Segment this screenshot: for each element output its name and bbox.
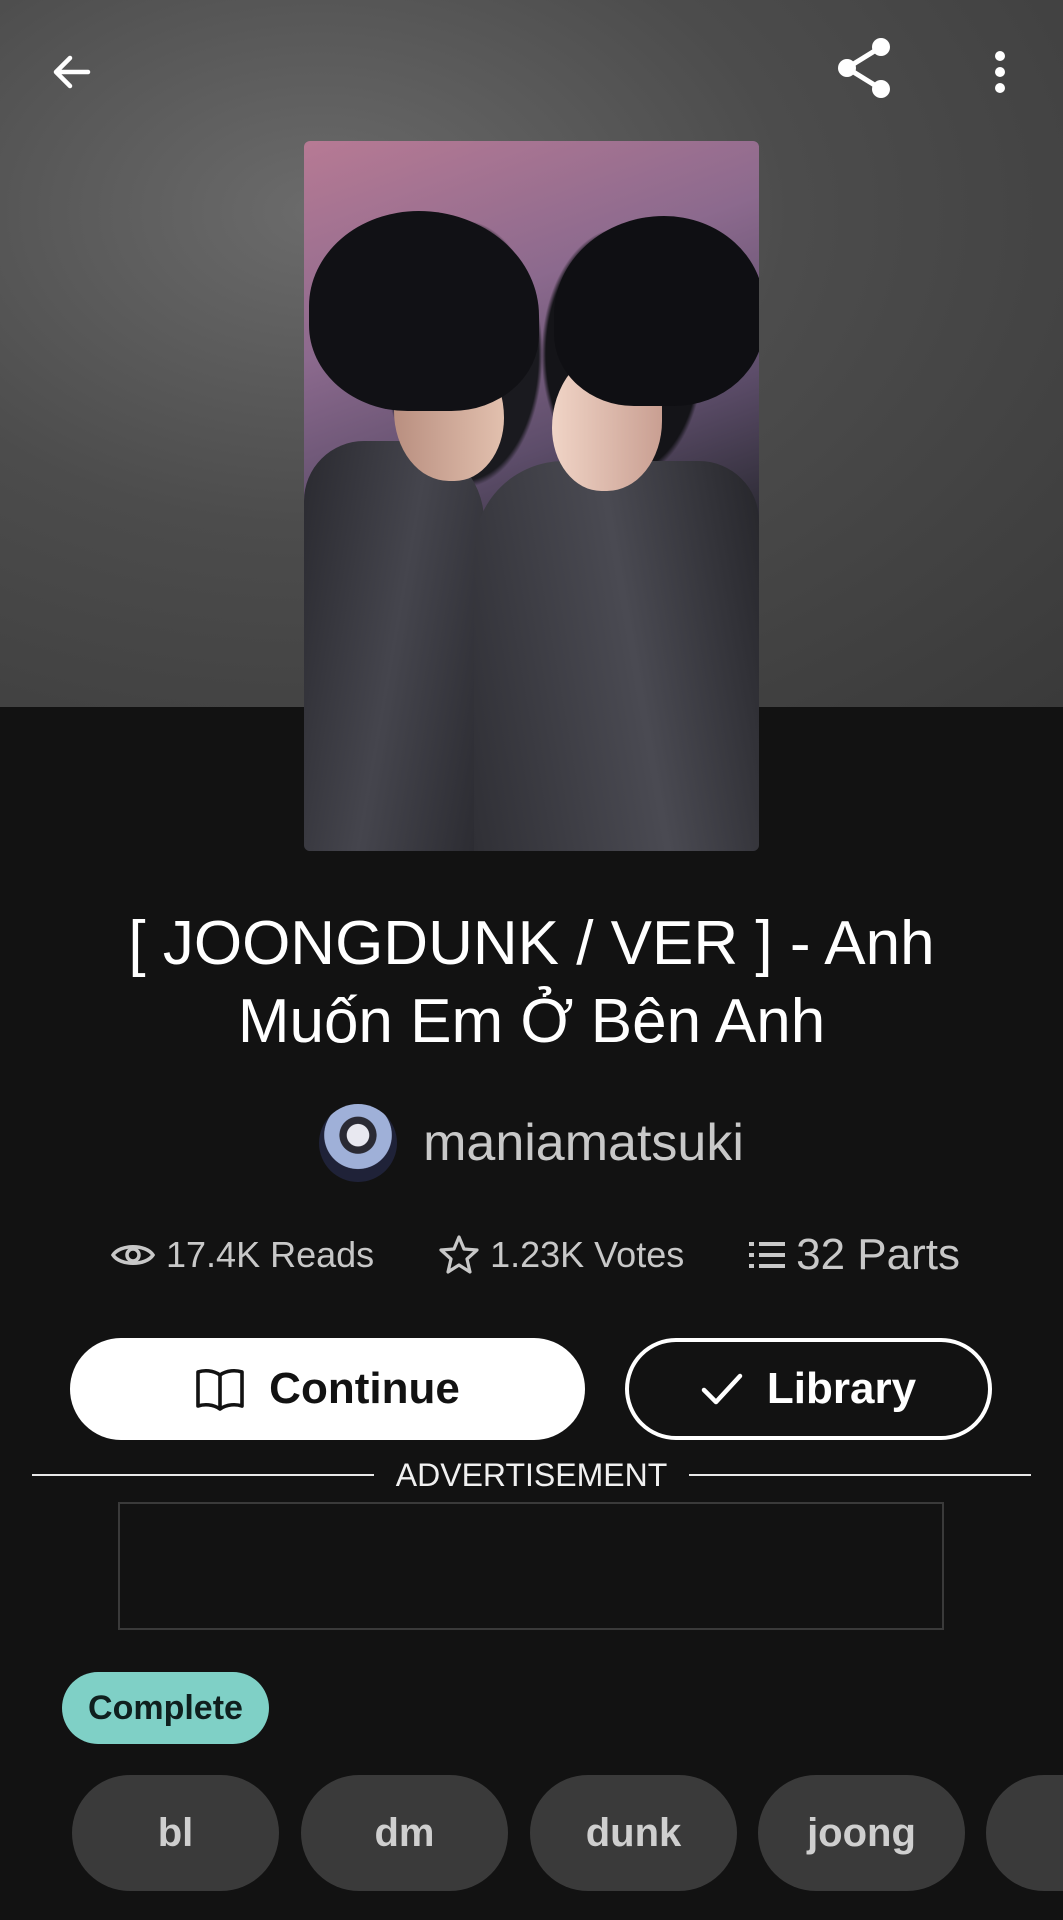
cover-figure-right <box>474 461 759 851</box>
tag-chip[interactable]: dunk <box>530 1775 737 1891</box>
status-label: Complete <box>88 1688 243 1727</box>
cover-hair-right <box>554 216 759 406</box>
divider-line-left <box>32 1474 374 1476</box>
list-icon <box>749 1242 786 1268</box>
continue-label: Continue <box>269 1364 460 1413</box>
cover-hair-left <box>309 211 539 411</box>
advertisement-divider: ADVERTISEMENT <box>32 1455 1032 1495</box>
tag-list[interactable]: bl dm dunk joong <box>72 1775 1063 1891</box>
tag-chip[interactable]: dm <box>301 1775 508 1891</box>
advertisement-label: ADVERTISEMENT <box>395 1456 668 1493</box>
share-icon <box>838 38 890 98</box>
tag-chip[interactable]: joong <box>758 1775 965 1891</box>
tag-label: dunk <box>585 1810 682 1855</box>
story-stats: 17.4K Reads 1.23K Votes 32 Parts <box>110 1222 960 1288</box>
library-button[interactable]: Library <box>625 1338 992 1440</box>
continue-reading-button[interactable]: Continue <box>70 1338 585 1440</box>
story-title-line-1: [ JOONGDUNK / VER ] - Anh <box>128 909 935 978</box>
story-title: [ JOONGDUNK / VER ] - Anh Muốn Em Ở Bên … <box>60 905 1003 1061</box>
open-book-icon <box>196 1368 244 1411</box>
author-name[interactable]: maniamatsuki <box>423 1113 744 1173</box>
checkmark-icon <box>701 1373 743 1405</box>
divider-line-right <box>689 1474 1032 1476</box>
author-row[interactable]: maniamatsuki <box>0 1103 1063 1183</box>
more-vertical-icon <box>995 51 1005 93</box>
story-cover-image[interactable] <box>304 141 759 851</box>
tag-chip[interactable]: bl <box>72 1775 279 1891</box>
story-title-line-2: Muốn Em Ở Bên Anh <box>237 987 826 1056</box>
tag-chip[interactable] <box>986 1775 1063 1891</box>
votes-count: 1.23K Votes <box>490 1234 685 1275</box>
more-options-button[interactable] <box>970 40 1030 104</box>
tag-label: dm <box>374 1810 435 1855</box>
author-avatar[interactable] <box>319 1104 398 1182</box>
library-label: Library <box>766 1364 917 1413</box>
tag-label: bl <box>157 1810 194 1855</box>
back-arrow-icon <box>53 55 91 89</box>
reads-count: 17.4K Reads <box>166 1234 375 1275</box>
share-button[interactable] <box>830 32 902 104</box>
completion-status-badge: Complete <box>62 1672 269 1744</box>
star-icon <box>439 1235 479 1274</box>
parts-count: 32 Parts <box>796 1230 960 1279</box>
advertisement-slot[interactable] <box>118 1502 944 1630</box>
cover-figure-left <box>304 441 484 851</box>
votes-stat: 1.23K Votes <box>438 1234 684 1276</box>
eye-icon <box>110 1245 156 1265</box>
parts-stat[interactable]: 32 Parts <box>748 1230 960 1280</box>
tag-label: joong <box>807 1810 916 1855</box>
back-button[interactable] <box>40 40 104 104</box>
reads-stat: 17.4K Reads <box>110 1234 374 1276</box>
